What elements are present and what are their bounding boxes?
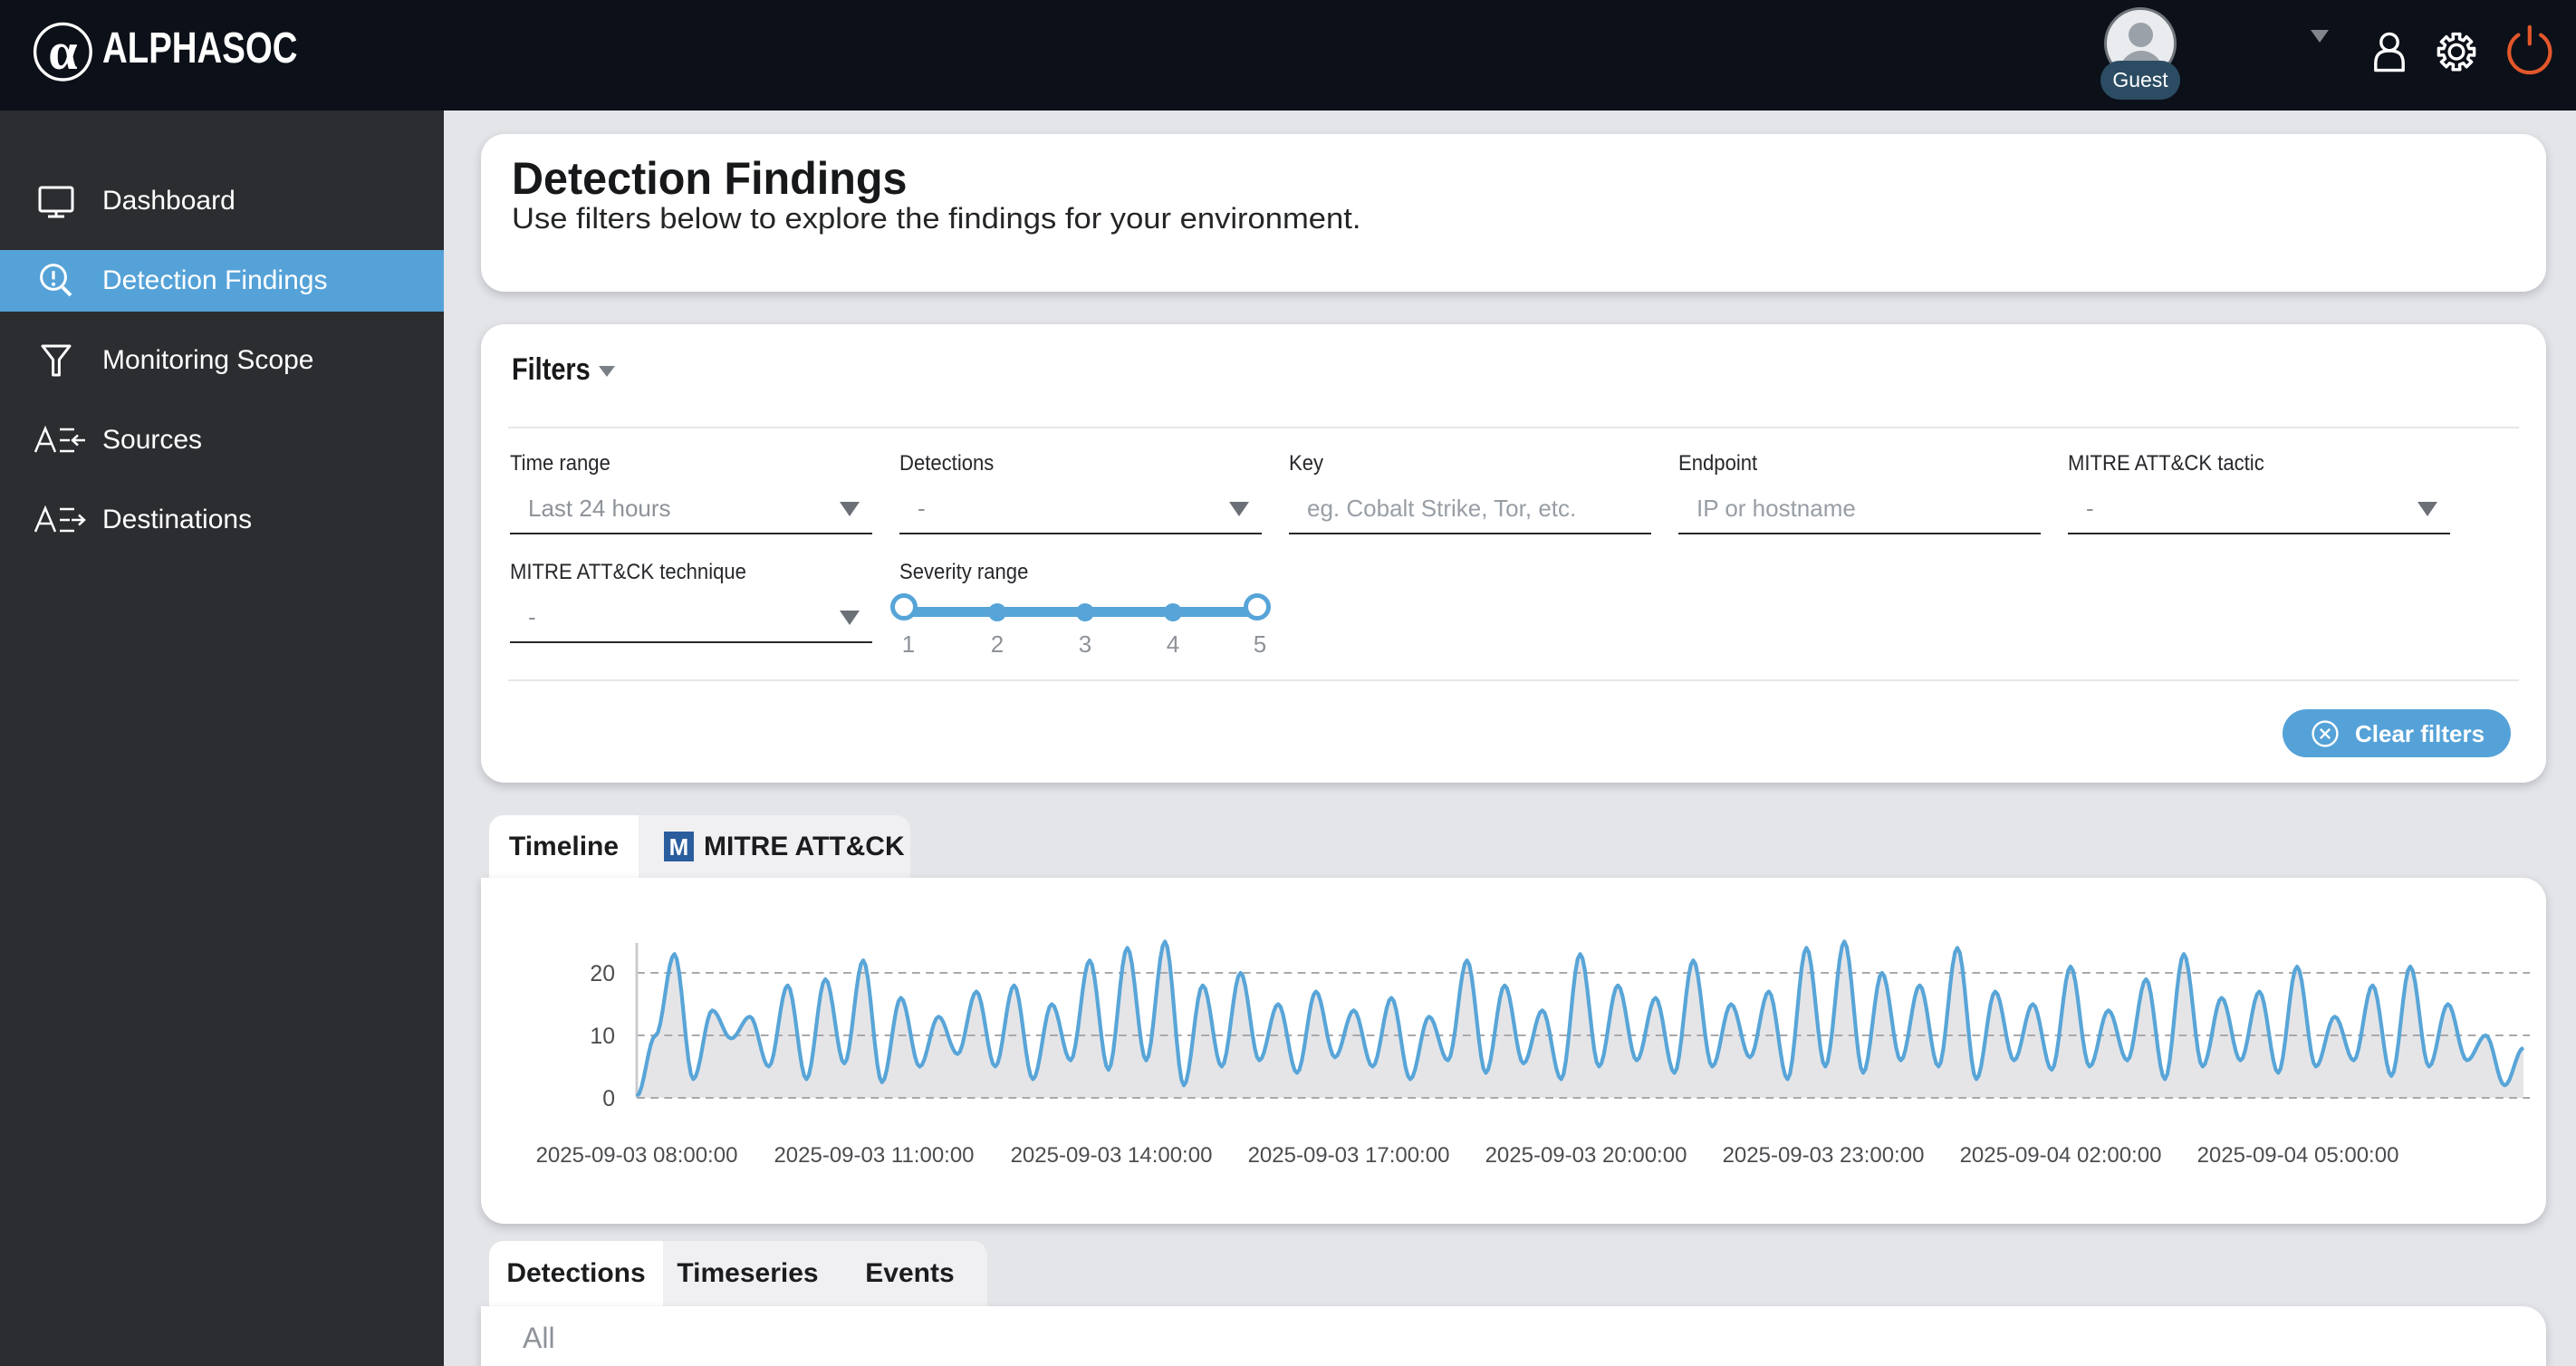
- svg-text:0: 0: [602, 1087, 615, 1111]
- svg-text:10: 10: [590, 1024, 615, 1049]
- svg-text:2025-09-03 23:00:00: 2025-09-03 23:00:00: [1723, 1143, 1925, 1168]
- svg-text:2025-09-03 14:00:00: 2025-09-03 14:00:00: [1011, 1143, 1213, 1168]
- svg-text:2025-09-04 05:00:00: 2025-09-04 05:00:00: [2197, 1143, 2399, 1168]
- svg-text:2025-09-03 20:00:00: 2025-09-03 20:00:00: [1485, 1143, 1687, 1168]
- svg-text:2025-09-03 08:00:00: 2025-09-03 08:00:00: [536, 1143, 738, 1168]
- svg-text:M: M: [669, 833, 689, 861]
- svg-text:2025-09-04 02:00:00: 2025-09-04 02:00:00: [1960, 1143, 2162, 1168]
- svg-text:2025-09-03 11:00:00: 2025-09-03 11:00:00: [774, 1143, 974, 1168]
- svg-text:2025-09-03 17:00:00: 2025-09-03 17:00:00: [1248, 1143, 1450, 1168]
- svg-text:20: 20: [590, 962, 615, 986]
- svg-text:α: α: [48, 22, 77, 81]
